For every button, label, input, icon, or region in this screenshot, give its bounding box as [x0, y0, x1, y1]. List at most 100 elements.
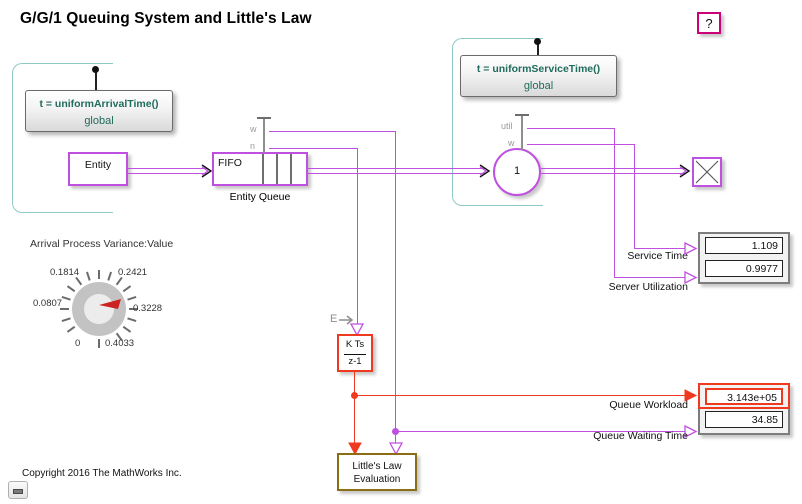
queue-stat-port-bar [263, 117, 265, 153]
wire-workload-h [354, 395, 692, 397]
knob-tick [61, 317, 71, 323]
arrival-function-scope: global [84, 115, 114, 127]
server-utilization-value: 0.9977 [705, 260, 783, 277]
wire-integrator-out-v2 [354, 395, 356, 447]
knob-tick [66, 325, 76, 333]
knob-label-4033: 0.4033 [105, 338, 135, 349]
knob-label-0: 0 [75, 338, 81, 349]
wire-server-w-v [634, 144, 636, 249]
littles-law-label-line2: Evaluation [353, 474, 401, 485]
signal-label-service-time: Service Time [627, 250, 688, 262]
queue-stat-port-cap [257, 117, 271, 119]
service-time-function-block[interactable]: t = uniformServiceTime() global [460, 55, 617, 97]
display-row: 34.85 [700, 408, 788, 431]
display-panel-server-stats: 1.109 0.9977 [698, 232, 790, 284]
arrival-time-function-block[interactable]: t = uniformArrivalTime() global [25, 90, 173, 132]
entity-server-block[interactable]: 1 [493, 148, 541, 196]
arrival-annotation-bracket [12, 63, 113, 213]
wire-server-util-h2 [614, 277, 692, 279]
arrival-annotation-stem [95, 70, 97, 92]
signal-label-queue-workload: Queue Workload [609, 399, 688, 411]
display-row: 0.9977 [700, 257, 788, 280]
entity-queue-block[interactable]: FIFO [212, 152, 308, 186]
signal-label-server-utilization: Server Utilization [608, 281, 688, 293]
queue-slot-divider [290, 154, 292, 184]
queue-policy-label: FIFO [218, 157, 242, 169]
entity-terminator-x-icon [695, 160, 719, 184]
service-time-value: 1.109 [705, 237, 783, 254]
queue-workload-alert-outline [698, 383, 790, 409]
integrator-numerator: K Ts [345, 339, 365, 350]
entity-generator-label: Entity [84, 159, 112, 171]
knob-needle [99, 299, 121, 309]
knob-tick [75, 276, 83, 286]
knob-label-1814: 0.1814 [50, 267, 80, 278]
help-icon: ? [705, 16, 713, 31]
queue-port-label-n: n [250, 141, 256, 151]
wire-server-w-h1 [527, 144, 635, 146]
wire-queue-to-server-b [308, 173, 486, 175]
integrator-input-port-label: E [330, 313, 338, 325]
wire-server-util-h1 [527, 128, 615, 130]
integrator-fraction-bar [344, 354, 366, 355]
knob-tick [61, 295, 71, 301]
knob-tick [122, 285, 132, 293]
knob-tick [127, 295, 137, 301]
knob-tick [107, 271, 113, 281]
wire-entity-to-queue-a [128, 168, 208, 170]
knob-tick [85, 271, 91, 281]
knob-label-3228: 0.3228 [133, 303, 163, 314]
display-row: 1.109 [700, 234, 788, 257]
minimize-button[interactable] [8, 481, 28, 499]
knob-tick [115, 276, 123, 286]
wire-queue-to-server-a [308, 168, 486, 170]
wire-server-to-terminator-a [541, 168, 685, 170]
help-button[interactable]: ? [697, 12, 721, 34]
arrival-function-signature: t = uniformArrivalTime() [39, 98, 159, 110]
wire-queue-n-h [269, 148, 358, 150]
service-function-scope: global [523, 80, 554, 92]
knob-tick [122, 325, 132, 333]
knob-tick [98, 270, 100, 279]
knob-tick [66, 285, 76, 293]
queue-slot-divider [262, 154, 264, 184]
service-annotation-anchor [534, 38, 541, 45]
arrival-annotation-anchor [92, 66, 99, 73]
arrowhead-terminator-input [679, 164, 691, 178]
queue-waiting-time-value: 34.85 [705, 411, 783, 428]
littles-law-evaluation-block[interactable]: Little's Law Evaluation [337, 453, 417, 491]
wire-queue-n-v [357, 148, 359, 326]
service-function-signature: t = uniformServiceTime() [476, 63, 601, 75]
arrowhead-server-input [479, 164, 491, 178]
wire-server-to-terminator-b [541, 173, 685, 175]
wire-entity-to-queue-b [128, 173, 208, 175]
knob-tick [127, 317, 137, 323]
server-stat-port-cap [515, 114, 529, 116]
signal-label-queue-waiting-time: Queue Waiting Time [593, 430, 688, 442]
arrowhead-utilization-display [684, 271, 698, 284]
knob-tick [98, 339, 100, 348]
littles-law-label: Little's Law Evaluation [339, 460, 415, 486]
entity-generator-block[interactable]: Entity [68, 152, 128, 186]
server-port-label-w: w [508, 138, 515, 148]
simulink-canvas: G/G/1 Queuing System and Little's Law ? … [0, 0, 802, 504]
queue-slot-divider [276, 154, 278, 184]
server-port-label-util: util [501, 121, 513, 131]
integrator-denominator: z-1 [348, 356, 362, 367]
wire-queue-w-h [269, 131, 396, 133]
copyright-text: Copyright 2016 The MathWorks Inc. [22, 468, 182, 479]
entity-queue-caption: Entity Queue [229, 191, 291, 203]
queue-port-label-w: w [250, 124, 257, 134]
littles-law-label-line1: Little's Law [352, 461, 402, 472]
server-stat-port-bar [521, 114, 523, 150]
minimize-icon [13, 489, 23, 494]
discrete-integrator-block[interactable]: K Ts z-1 [337, 334, 373, 372]
server-capacity-label: 1 [513, 165, 521, 177]
entity-terminator-block[interactable] [692, 157, 722, 187]
wire-queue-w-v [395, 131, 397, 431]
knob-label-0807: 0.0807 [33, 298, 63, 309]
arrowhead-servicetime-display [684, 242, 698, 255]
knob-label-2421: 0.2421 [118, 267, 148, 278]
page-title: G/G/1 Queuing System and Little's Law [20, 10, 312, 27]
knob-title: Arrival Process Variance:Value [30, 238, 174, 250]
